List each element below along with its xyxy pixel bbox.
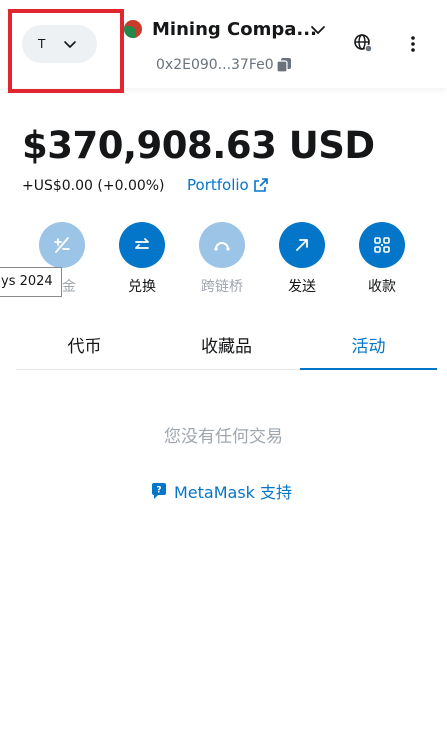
globe-icon[interactable] [353, 33, 373, 53]
external-link-icon [253, 178, 268, 192]
tab-tokens[interactable]: 代币 [16, 320, 153, 370]
tooltip: ys 2024 [0, 267, 62, 297]
highlight-box [8, 9, 124, 93]
swap-button[interactable]: 兑换 [112, 222, 172, 296]
send-arrow-icon [296, 239, 308, 251]
balance-currency: USD [288, 124, 375, 167]
tab-activity[interactable]: 活动 [300, 320, 437, 370]
support-label: MetaMask 支持 [174, 483, 293, 502]
more-vertical-icon[interactable] [403, 34, 423, 54]
tab-bar: 代币 收藏品 活动 [16, 320, 437, 370]
swap-icon [135, 238, 149, 249]
empty-activity-message: 您没有任何交易 [164, 427, 283, 447]
receive-button[interactable]: 收款 [352, 222, 412, 296]
account-avatar [124, 20, 142, 38]
portfolio-label: Portfolio [187, 176, 249, 194]
bridge-icon [214, 242, 230, 251]
buy-sell-icon [54, 237, 70, 253]
total-balance: $370,908.63 USD [22, 124, 375, 167]
bridge-button[interactable]: 跨链桥 [192, 222, 252, 296]
bridge-label: 跨链桥 [201, 279, 243, 295]
copy-icon[interactable] [276, 57, 292, 73]
balance-amount: $370,908.63 [22, 124, 277, 167]
metamask-support-link[interactable]: ? MetaMask 支持 [150, 479, 292, 503]
support-chat-icon: ? [152, 483, 166, 499]
swap-label: 兑换 [128, 279, 156, 295]
send-label: 发送 [288, 279, 316, 295]
account-chevron-down-icon[interactable] [308, 20, 328, 40]
account-name[interactable]: Mining Compa... [152, 19, 317, 40]
account-address: 0x2E090...37Fe0 [156, 57, 274, 73]
qr-code-icon [374, 237, 390, 253]
portfolio-link[interactable]: Portfolio [187, 176, 269, 194]
app-header: T Mining Compa... 0x2E090...37Fe0 [0, 0, 447, 93]
receive-label: 收款 [368, 279, 396, 295]
balance-change: +US$0.00 (+0.00%) [22, 178, 165, 194]
send-button[interactable]: 发送 [272, 222, 332, 296]
tab-nfts[interactable]: 收藏品 [158, 320, 295, 370]
svg-text:?: ? [156, 486, 161, 496]
